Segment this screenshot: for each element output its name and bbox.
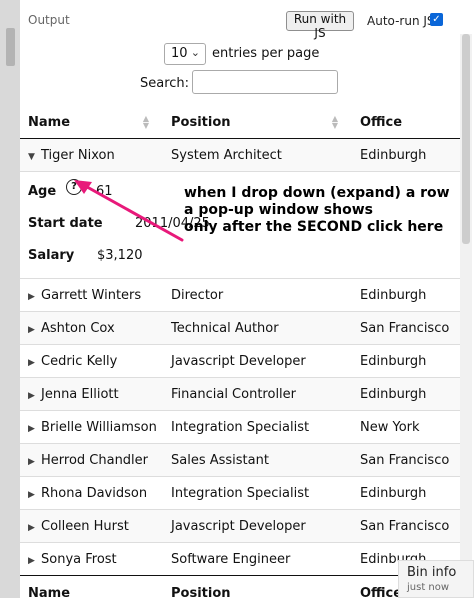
triangle-right-icon[interactable]: ▶ bbox=[28, 325, 41, 335]
cell-name[interactable]: ▶Ashton Cox bbox=[20, 312, 163, 345]
autorun-label: Auto-run JS bbox=[367, 14, 435, 28]
table-row[interactable]: ▶Colleen HurstJavascript DeveloperSan Fr… bbox=[20, 510, 460, 543]
entries-per-page-value: 10 bbox=[171, 46, 188, 61]
cell-position: Integration Specialist bbox=[163, 411, 352, 444]
cell-office: Edinburgh bbox=[352, 378, 460, 411]
cell-office: Edinburgh bbox=[352, 345, 460, 378]
table-row-expanded[interactable]: ▼Tiger Nixon System Architect Edinburgh bbox=[20, 139, 460, 172]
column-header-position[interactable]: Position▲▼ bbox=[163, 106, 352, 139]
cell-office: New York bbox=[352, 411, 460, 444]
cell-name[interactable]: ▶Brielle Williamson bbox=[20, 411, 163, 444]
bin-info-subtitle: just now bbox=[407, 582, 449, 593]
cell-office: Edinburgh bbox=[352, 279, 460, 312]
triangle-right-icon[interactable]: ▶ bbox=[28, 556, 41, 566]
annotation-text: when I drop down (expand) a row a pop-up… bbox=[184, 185, 450, 236]
entries-per-page-label: entries per page bbox=[212, 46, 319, 61]
sort-icon: ▲▼ bbox=[143, 115, 149, 129]
annotation-line: only after the SECOND click here bbox=[184, 219, 450, 236]
checkmark-icon: ✓ bbox=[432, 14, 440, 25]
column-header-office[interactable]: Office bbox=[352, 106, 460, 139]
run-with-js-button[interactable]: Run with JS bbox=[286, 11, 354, 31]
cell-name[interactable]: ▶Colleen Hurst bbox=[20, 510, 163, 543]
output-panel: Output Run with JS Auto-run JS ✓ 10 ⌄ en… bbox=[20, 0, 474, 598]
column-footer-position: Position bbox=[163, 576, 352, 610]
cell-office: Edinburgh bbox=[352, 477, 460, 510]
triangle-right-icon[interactable]: ▶ bbox=[28, 457, 41, 467]
triangle-right-icon[interactable]: ▶ bbox=[28, 358, 41, 368]
cell-name[interactable]: ▶Garrett Winters bbox=[20, 279, 163, 312]
cell-office: San Francisco bbox=[352, 444, 460, 477]
chevron-down-icon: ⌄ bbox=[191, 46, 200, 59]
cell-name[interactable]: ▶Rhona Davidson bbox=[20, 477, 163, 510]
cell-office: Edinburgh bbox=[352, 139, 460, 172]
editor-gutter bbox=[0, 0, 20, 598]
table-row[interactable]: ▶Sonya FrostSoftware EngineerEdinburgh bbox=[20, 543, 460, 576]
cell-name[interactable]: ▼Tiger Nixon bbox=[20, 139, 163, 172]
cell-position: Sales Assistant bbox=[163, 444, 352, 477]
bin-info-title: Bin info bbox=[407, 565, 456, 580]
output-scrollbar-thumb[interactable] bbox=[462, 34, 470, 244]
cell-office: San Francisco bbox=[352, 510, 460, 543]
cell-position: Integration Specialist bbox=[163, 477, 352, 510]
table-header-row: Name▲▼ Position▲▼ Office bbox=[20, 106, 460, 139]
triangle-right-icon[interactable]: ▶ bbox=[28, 292, 41, 302]
cell-position: Software Engineer bbox=[163, 543, 352, 576]
table-row[interactable]: ▶Garrett WintersDirectorEdinburgh bbox=[20, 279, 460, 312]
help-question-icon[interactable]: ? bbox=[66, 179, 82, 195]
entries-per-page-select[interactable]: 10 ⌄ bbox=[164, 43, 206, 65]
triangle-down-icon[interactable]: ▼ bbox=[28, 152, 41, 162]
triangle-right-icon[interactable]: ▶ bbox=[28, 424, 41, 434]
column-footer-name: Name bbox=[20, 576, 163, 610]
data-table: Name▲▼ Position▲▼ Office ▼Tiger Nixon Sy… bbox=[20, 106, 460, 610]
output-label: Output bbox=[28, 13, 70, 27]
triangle-right-icon[interactable]: ▶ bbox=[28, 523, 41, 533]
search-input[interactable] bbox=[192, 70, 338, 94]
table-row[interactable]: ▶Brielle WilliamsonIntegration Specialis… bbox=[20, 411, 460, 444]
annotation-line: a pop-up window shows bbox=[184, 202, 450, 219]
editor-scrollbar[interactable] bbox=[6, 28, 15, 66]
cell-position: Javascript Developer bbox=[163, 345, 352, 378]
cell-position: Financial Controller bbox=[163, 378, 352, 411]
sort-icon: ▲▼ bbox=[332, 115, 338, 129]
cell-name[interactable]: ▶Sonya Frost bbox=[20, 543, 163, 576]
triangle-right-icon[interactable]: ▶ bbox=[28, 490, 41, 500]
table-row[interactable]: ▶Herrod ChandlerSales AssistantSan Franc… bbox=[20, 444, 460, 477]
cell-position: Director bbox=[163, 279, 352, 312]
autorun-checkbox[interactable]: ✓ bbox=[430, 13, 443, 26]
cell-name[interactable]: ▶Herrod Chandler bbox=[20, 444, 163, 477]
cell-position: System Architect bbox=[163, 139, 352, 172]
cell-name[interactable]: ▶Cedric Kelly bbox=[20, 345, 163, 378]
cell-office: San Francisco bbox=[352, 312, 460, 345]
cell-position: Technical Author bbox=[163, 312, 352, 345]
cell-name[interactable]: ▶Jenna Elliott bbox=[20, 378, 163, 411]
cell-position: Javascript Developer bbox=[163, 510, 352, 543]
table-row[interactable]: ▶Ashton CoxTechnical AuthorSan Francisco bbox=[20, 312, 460, 345]
table-row[interactable]: ▶Rhona DavidsonIntegration SpecialistEdi… bbox=[20, 477, 460, 510]
table-row[interactable]: ▶Cedric KellyJavascript DeveloperEdinbur… bbox=[20, 345, 460, 378]
detail-salary: Salary$3,120 bbox=[28, 240, 460, 272]
table-footer-row: Name Position Office bbox=[20, 576, 460, 610]
triangle-right-icon[interactable]: ▶ bbox=[28, 391, 41, 401]
annotation-line: when I drop down (expand) a row bbox=[184, 185, 450, 202]
bin-info-panel[interactable]: Bin info just now bbox=[398, 560, 474, 598]
table-row[interactable]: ▶Jenna ElliottFinancial ControllerEdinbu… bbox=[20, 378, 460, 411]
column-header-name[interactable]: Name▲▼ bbox=[20, 106, 163, 139]
search-label: Search: bbox=[140, 76, 189, 91]
